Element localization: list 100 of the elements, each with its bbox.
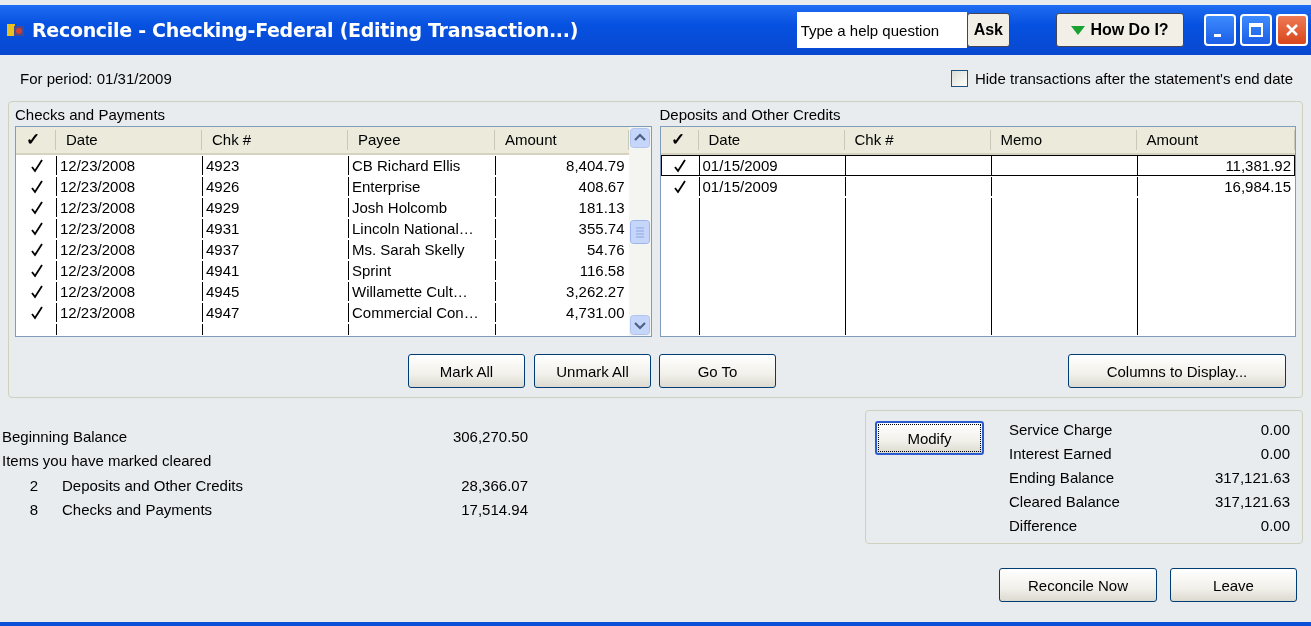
cleared-item-value: 17,514.94 bbox=[461, 501, 528, 519]
unmark-all-button[interactable]: Unmark All bbox=[534, 354, 651, 388]
table-cell: 4931 bbox=[206, 220, 240, 237]
table-cell: 408.67 bbox=[578, 178, 625, 195]
table-cell: 12/23/2008 bbox=[60, 283, 136, 300]
hide-transactions-checkbox[interactable]: Hide transactions after the statement's end date bbox=[950, 69, 1293, 87]
beginning-balance-label: Beginning Balance bbox=[2, 427, 129, 445]
transaction-row[interactable]: 12/23/2008 4947 Commercial Con… 4,731.00 bbox=[16, 302, 629, 323]
checkmark-icon[interactable] bbox=[30, 179, 43, 194]
column-header[interactable]: ✓ bbox=[16, 130, 56, 150]
list-title: Deposits and Other Credits bbox=[659, 105, 842, 125]
transaction-row[interactable]: 12/23/2008 4923 CB Richard Ellis 8,404.79 bbox=[16, 155, 629, 176]
ask-button[interactable]: Ask bbox=[966, 13, 1010, 47]
checkmark-icon[interactable] bbox=[30, 284, 43, 299]
checkmark-icon[interactable] bbox=[30, 200, 43, 215]
statement-label: Cleared Balance bbox=[1009, 493, 1120, 512]
table-cell: 12/23/2008 bbox=[60, 262, 136, 279]
column-header[interactable]: Amount bbox=[1136, 130, 1295, 150]
triangle-down-icon bbox=[1071, 25, 1086, 35]
table-cell: 12/23/2008 bbox=[60, 220, 136, 237]
cleared-item-label: Deposits and Other Credits bbox=[62, 476, 244, 494]
table-cell: 12/23/2008 bbox=[60, 199, 136, 216]
table-cell: Ms. Sarah Skelly bbox=[352, 241, 465, 258]
transaction-row[interactable]: 12/23/2008 4931 Lincoln National… 355.74 bbox=[16, 218, 629, 239]
how-do-i-button[interactable]: How Do I? bbox=[1056, 13, 1184, 47]
table-cell: 116.58 bbox=[579, 262, 625, 279]
minimize-button[interactable] bbox=[1204, 14, 1236, 46]
maximize-button[interactable] bbox=[1240, 14, 1272, 46]
list-title: Checks and Payments bbox=[15, 105, 167, 125]
table-cell: 4941 bbox=[206, 262, 240, 279]
table-cell: Commercial Con… bbox=[352, 304, 479, 321]
transaction-row[interactable]: 12/23/2008 4926 Enterprise 408.67 bbox=[16, 176, 629, 197]
statement-label: Service Charge bbox=[1009, 421, 1113, 440]
table-cell: 355.74 bbox=[578, 220, 625, 237]
table-cell: Josh Holcomb bbox=[352, 199, 448, 216]
statement-value: 317,121.63 bbox=[1214, 469, 1290, 488]
maximize-icon bbox=[1248, 22, 1264, 38]
table-cell: 4926 bbox=[206, 178, 240, 195]
table-cell: 4,731.00 bbox=[566, 304, 625, 321]
close-button[interactable] bbox=[1276, 14, 1308, 46]
checkmark-icon[interactable] bbox=[30, 242, 43, 257]
column-header[interactable]: Chk # bbox=[844, 130, 991, 150]
statement-label: Difference bbox=[1009, 517, 1078, 536]
item-count: 2 bbox=[28, 476, 38, 494]
cleared-item-value: 28,366.07 bbox=[461, 476, 528, 494]
marked-cleared-heading: Items you have marked cleared bbox=[2, 452, 212, 470]
transaction-row[interactable]: 12/23/2008 4941 Sprint 116.58 bbox=[16, 260, 629, 281]
table-cell: 3,262.27 bbox=[566, 283, 625, 300]
table-cell: Lincoln National… bbox=[352, 220, 474, 237]
column-header[interactable]: ✓ bbox=[660, 130, 699, 150]
leave-button[interactable]: Leave bbox=[1170, 568, 1297, 602]
column-header[interactable]: Date bbox=[56, 130, 202, 150]
checkmark-icon[interactable] bbox=[674, 179, 686, 194]
statement-label: Interest Earned bbox=[1009, 445, 1112, 464]
columns-to-display-button[interactable]: Columns to Display... bbox=[1068, 354, 1286, 388]
table-cell: 4947 bbox=[206, 304, 240, 321]
column-header[interactable]: Memo bbox=[990, 130, 1137, 150]
column-header[interactable]: Payee bbox=[348, 130, 495, 150]
table-cell: CB Richard Ellis bbox=[352, 157, 461, 174]
modify-button[interactable]: Modify bbox=[875, 421, 984, 455]
window-title: Reconcile - Checking-Federal (Editing Transaction...) bbox=[32, 19, 579, 41]
checkmark-icon[interactable] bbox=[30, 263, 43, 278]
scroll-up-button[interactable] bbox=[629, 128, 650, 148]
statement-value: 0.00 bbox=[1260, 445, 1290, 464]
transaction-row[interactable]: 12/23/2008 4937 Ms. Sarah Skelly 54.76 bbox=[16, 239, 629, 260]
transaction-row[interactable]: 12/23/2008 4929 Josh Holcomb 181.13 bbox=[16, 197, 629, 218]
item-count: 8 bbox=[28, 501, 38, 519]
transaction-row[interactable]: 01/15/2009 11,381.92 bbox=[660, 155, 1295, 176]
statement-label: Ending Balance bbox=[1009, 469, 1115, 488]
go-to-button[interactable]: Go To bbox=[659, 354, 776, 388]
app-icon bbox=[6, 22, 26, 38]
cleared-item-label: Checks and Payments bbox=[62, 501, 214, 519]
table-cell: 4945 bbox=[206, 283, 240, 300]
statement-value: 317,121.63 bbox=[1214, 493, 1290, 512]
transaction-row[interactable]: 12/23/2008 4945 Willamette Cult… 3,262.27 bbox=[16, 281, 629, 302]
table-cell: Sprint bbox=[352, 262, 392, 279]
column-header[interactable]: Chk # bbox=[202, 130, 348, 150]
table-cell: 4937 bbox=[206, 241, 240, 258]
column-header[interactable]: Amount bbox=[495, 130, 629, 150]
scrollbar[interactable] bbox=[628, 127, 651, 336]
checkmark-icon[interactable] bbox=[30, 158, 43, 173]
scroll-down-button[interactable] bbox=[629, 315, 650, 335]
beginning-balance-value: 306,270.50 bbox=[452, 427, 528, 445]
column-header[interactable]: Date bbox=[698, 130, 845, 150]
transaction-row[interactable]: 01/15/2009 16,984.15 bbox=[660, 176, 1295, 197]
mark-all-button[interactable]: Mark All bbox=[408, 354, 525, 388]
table-cell: 01/15/2009 bbox=[702, 178, 778, 195]
table-cell: 4923 bbox=[206, 157, 240, 174]
reconcile-now-button[interactable]: Reconcile Now bbox=[999, 568, 1157, 602]
table-cell: 8,404.79 bbox=[566, 157, 625, 174]
table-cell: 11,381.92 bbox=[1225, 157, 1291, 174]
table-cell: Willamette Cult… bbox=[352, 283, 468, 300]
minimize-icon bbox=[1214, 33, 1221, 37]
scroll-thumb[interactable] bbox=[629, 219, 650, 244]
table-cell: 12/23/2008 bbox=[60, 157, 136, 174]
table-cell: 54.76 bbox=[586, 241, 625, 258]
checkmark-icon[interactable] bbox=[674, 158, 686, 173]
checkmark-icon[interactable] bbox=[30, 305, 43, 320]
help-search-field[interactable]: Type a help question bbox=[796, 12, 967, 48]
checkmark-icon[interactable] bbox=[30, 221, 43, 236]
